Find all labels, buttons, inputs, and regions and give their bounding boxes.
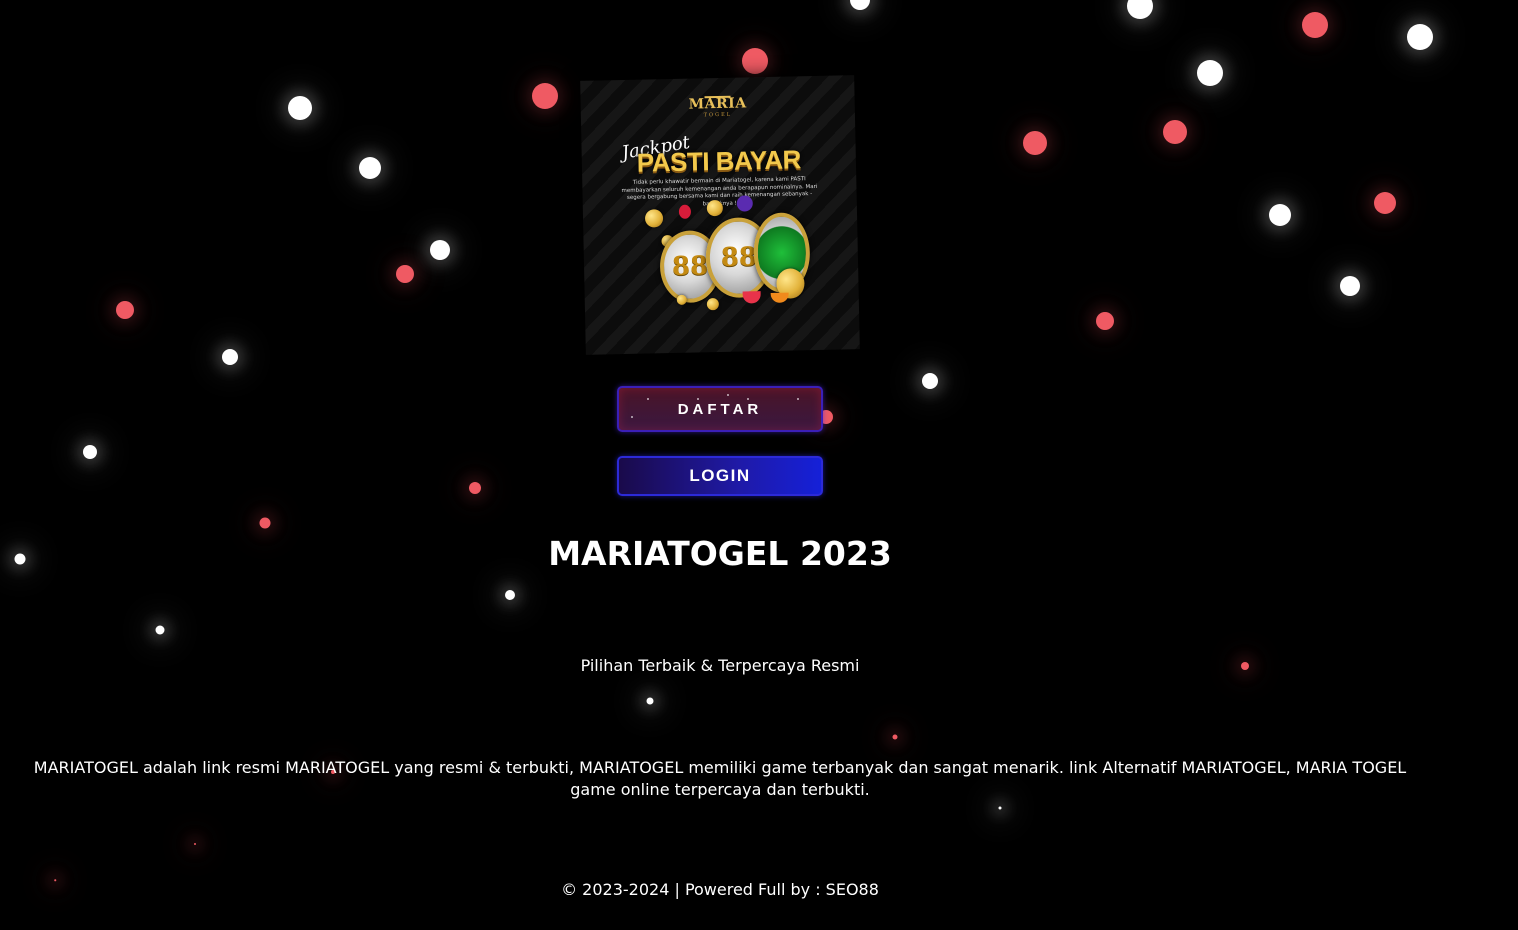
particle-dot (1023, 131, 1047, 155)
watermelon-icon (742, 291, 761, 304)
particle-dot (1163, 120, 1187, 144)
tagline: Pilihan Terbaik & Terpercaya Resmi (580, 656, 860, 675)
particle-dot (83, 445, 97, 459)
login-button[interactable]: LOGIN (617, 456, 823, 496)
sparkle-decoration (631, 416, 633, 418)
banner-logo-text: MARIA (688, 95, 747, 113)
coin-icon (676, 294, 687, 305)
particle-dot (850, 0, 870, 10)
particle-dot (532, 83, 558, 109)
particle-dot (1269, 204, 1291, 226)
coin-icon (706, 298, 719, 311)
slot-machine-illustration: 88 88 (644, 195, 811, 311)
particle-dot (1197, 60, 1223, 86)
footer-copyright: © 2023-2024 | Powered Full by : SEO88 (561, 880, 879, 899)
sparkle-decoration (727, 394, 729, 396)
particle-dot (359, 157, 381, 179)
grape-icon (736, 195, 753, 212)
particle-dot (194, 843, 196, 845)
particle-dot (1127, 0, 1153, 19)
coin-icon (644, 209, 664, 228)
particle-dot (1340, 276, 1360, 296)
strawberry-icon (678, 204, 692, 219)
particle-dot (892, 734, 898, 740)
jackpot-banner-image: MARIA TOGEL Jackpot PASTI BAYAR Tidak pe… (580, 75, 860, 355)
particle-dot (646, 697, 654, 705)
particle-dot (116, 301, 134, 319)
page-title: MARIATOGEL 2023 (548, 534, 892, 573)
sparkle-decoration (797, 398, 799, 400)
particle-dot (1374, 192, 1396, 214)
sparkle-decoration (647, 398, 649, 400)
sparkle-decoration (747, 398, 749, 400)
particle-dot (259, 517, 271, 529)
particle-dot (1302, 12, 1328, 38)
coin-icon (706, 199, 724, 217)
particle-dot (222, 349, 238, 365)
particle-dot (998, 806, 1002, 810)
particle-dot (742, 48, 768, 74)
daftar-button[interactable]: DAFTAR (617, 386, 823, 432)
particle-dot (1407, 24, 1433, 50)
particle-dot (430, 240, 450, 260)
particle-dot (922, 373, 938, 389)
particle-dot (396, 265, 414, 283)
sparkle-decoration (697, 398, 699, 400)
login-button-label: LOGIN (689, 466, 751, 485)
particle-dot (288, 96, 312, 120)
banner-logo: MARIA TOGEL (581, 93, 855, 121)
particle-dot (505, 590, 515, 600)
orange-icon (770, 292, 789, 303)
page: MARIA TOGEL Jackpot PASTI BAYAR Tidak pe… (0, 0, 1518, 930)
particle-dot (469, 482, 481, 494)
daftar-button-label: DAFTAR (677, 400, 763, 418)
particle-dot (155, 625, 165, 635)
description-text: MARIATOGEL adalah link resmi MARIATOGEL … (33, 758, 1407, 799)
banner-headline: PASTI BAYAR (636, 144, 802, 178)
particle-dot (1096, 312, 1114, 330)
